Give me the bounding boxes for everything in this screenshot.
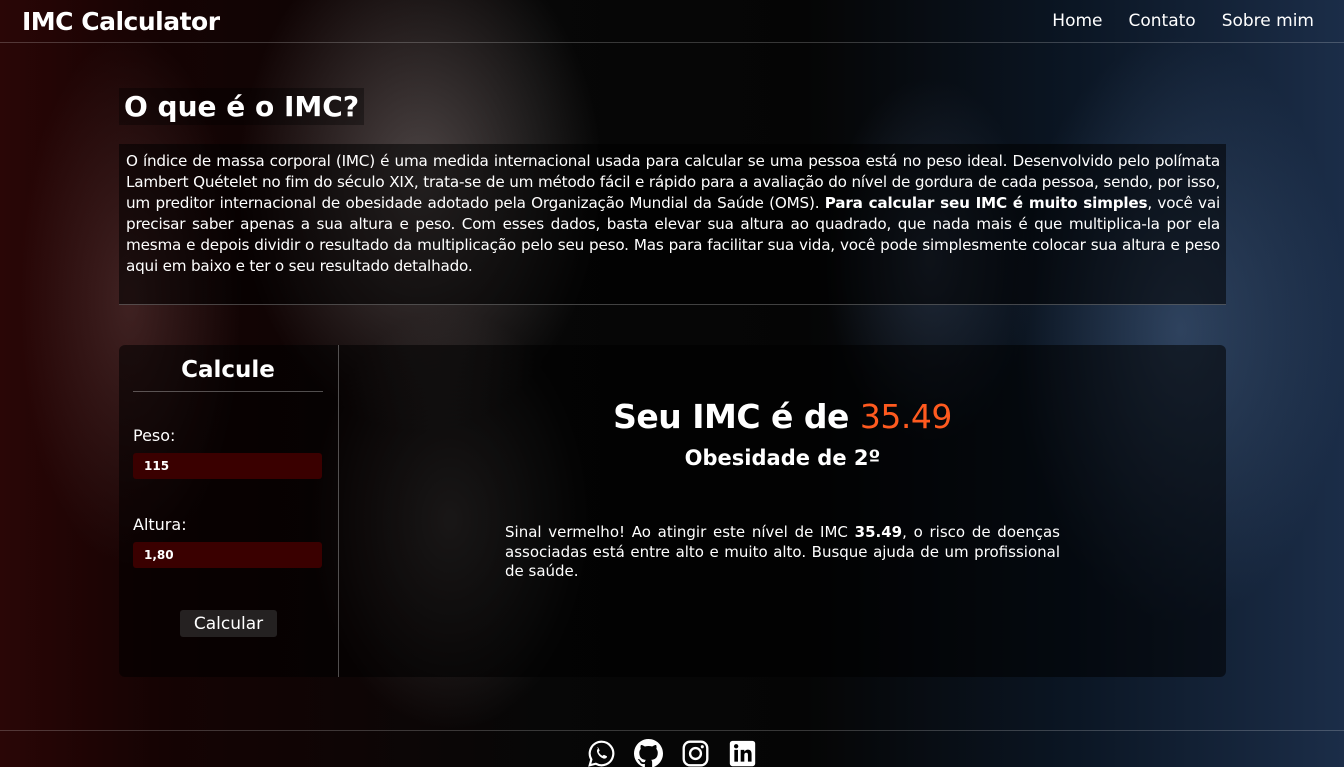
weight-label: Peso: xyxy=(133,426,176,445)
linkedin-icon[interactable] xyxy=(728,739,757,767)
height-input[interactable] xyxy=(133,542,322,568)
instagram-icon[interactable] xyxy=(681,739,710,767)
weight-input[interactable] xyxy=(133,453,322,479)
result-heading: Seu IMC é de 35.49 xyxy=(339,397,1226,436)
result-message-imc: 35.49 xyxy=(854,523,903,541)
calculator-panel: Calcule Peso: Altura: Calcular Seu IMC é… xyxy=(119,345,1226,677)
whatsapp-icon[interactable] xyxy=(587,739,616,767)
height-label: Altura: xyxy=(133,515,187,534)
nav-link-sobre-mim[interactable]: Sobre mim xyxy=(1222,11,1314,31)
footer xyxy=(0,730,1344,767)
result-heading-prefix: Seu IMC é de xyxy=(613,397,860,436)
imc-value: 35.49 xyxy=(859,397,952,436)
brand-title[interactable]: IMC Calculator xyxy=(22,7,220,36)
calculator-title: Calcule xyxy=(133,357,323,392)
imc-classification: Obesidade de 2º xyxy=(684,446,881,470)
calculator-form: Calcule Peso: Altura: Calcular xyxy=(119,345,339,677)
calculate-button[interactable]: Calcular xyxy=(180,610,277,637)
github-icon[interactable] xyxy=(634,738,663,767)
nav-link-contato[interactable]: Contato xyxy=(1128,11,1195,31)
result-message: Sinal vermelho! Ao atingir este nível de… xyxy=(505,523,1060,582)
about-text-bold: Para calcular seu IMC é muito simples xyxy=(824,194,1148,212)
nav-link-home[interactable]: Home xyxy=(1052,11,1102,31)
nav-links: Home Contato Sobre mim xyxy=(1052,11,1314,31)
navbar: IMC Calculator Home Contato Sobre mim xyxy=(0,0,1344,43)
about-title: O que é o IMC? xyxy=(119,88,365,125)
about-text: O índice de massa corporal (IMC) é uma m… xyxy=(119,144,1226,305)
result-message-part1: Sinal vermelho! Ao atingir este nível de… xyxy=(505,523,855,541)
result-area: Seu IMC é de 35.49 Obesidade de 2º Sinal… xyxy=(339,345,1226,677)
